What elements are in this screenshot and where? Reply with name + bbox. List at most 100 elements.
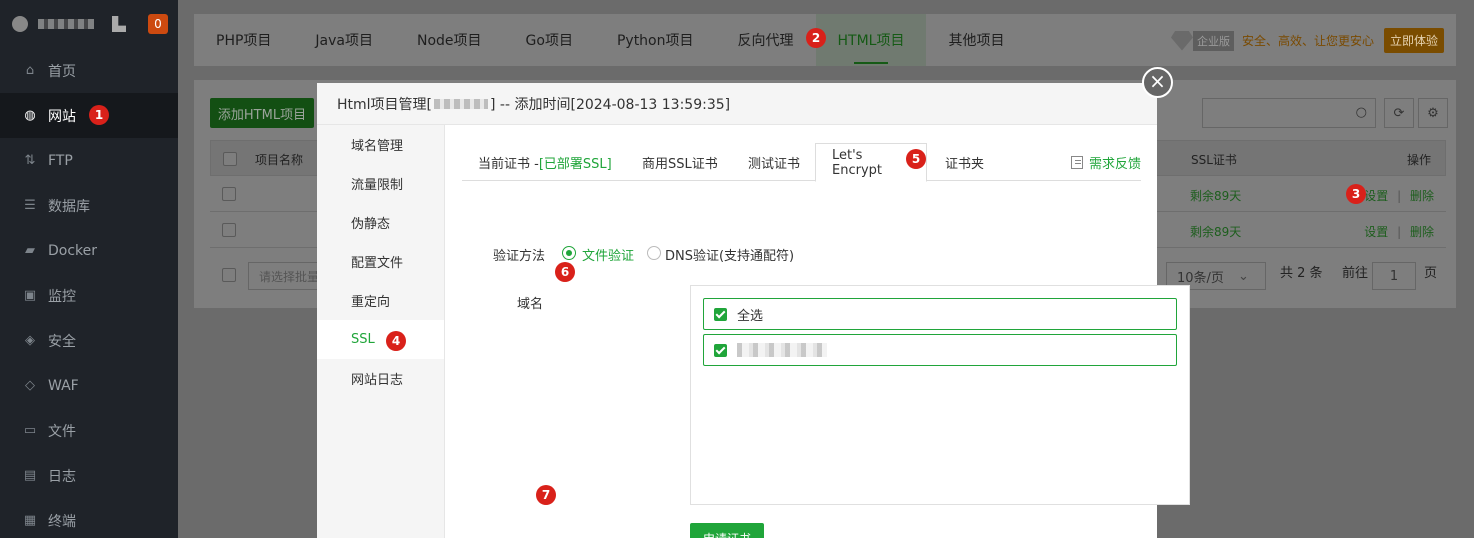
sidebar-item-label: 网站 [48, 108, 76, 125]
sidebar-item-terminal[interactable]: ▦ 终端 [0, 498, 178, 538]
sidebar-item-label: FTP [48, 152, 73, 169]
enterprise-badge: 企业版 [1192, 30, 1234, 51]
sidebar-item-waf[interactable]: ◇ WAF [0, 363, 178, 408]
sidebar-item-ftp[interactable]: ⇅ FTP [0, 138, 178, 183]
tab-node[interactable]: Node项目 [395, 14, 504, 66]
dns-verify-radio[interactable] [647, 246, 661, 260]
nav-site-log[interactable]: 网站日志 [317, 359, 444, 398]
step-marker-6: 6 [555, 262, 575, 282]
nav-redirect[interactable]: 重定向 [317, 281, 444, 320]
nav-ssl[interactable]: SSL [317, 320, 444, 359]
ssl-remaining: 剩余89天 [1190, 189, 1242, 203]
notification-badge[interactable]: 0 [148, 14, 168, 34]
dialog-title-suffix: ] -- 添加时间[2024-08-13 13:59:35] [490, 96, 731, 113]
sidebar-item-logs[interactable]: ▤ 日志 [0, 453, 178, 498]
sidebar-item-files[interactable]: ▭ 文件 [0, 408, 178, 453]
sidebar: 0 ⌂ 首页 ◍ 网站 ⇅ FTP ☰ 数据库 ▰ Docker ▣ 监控 ◈ 安全 ◇ WAF… [0, 0, 178, 538]
sidebar-item-home[interactable]: ⌂ 首页 [0, 48, 178, 93]
select-all-checkbox[interactable] [223, 152, 237, 166]
logo-icon [12, 16, 28, 32]
column-header-actions: 操作 [1406, 153, 1431, 167]
nav-domain[interactable]: 域名管理 [317, 125, 444, 164]
column-header-name: 项目名称 [255, 153, 304, 167]
nav-rewrite[interactable]: 伪静态 [317, 203, 444, 242]
delete-link[interactable]: 删除 [1410, 225, 1434, 239]
ftp-icon: ⇅ [24, 153, 36, 168]
tab-other[interactable]: 其他项目 [926, 14, 1026, 66]
goto-label: 前往 [1342, 266, 1369, 281]
tab-html[interactable]: HTML项目 [815, 14, 927, 66]
tab-go[interactable]: Go项目 [504, 14, 595, 66]
page-size-value: 10条/页 [1177, 270, 1224, 286]
tab-python[interactable]: Python项目 [595, 14, 716, 66]
apply-cert-button[interactable]: 申请证书 [690, 523, 764, 538]
tab-test-cert[interactable]: 测试证书 [732, 143, 816, 181]
feedback-label: 需求反馈 [1088, 156, 1141, 172]
settings-link[interactable]: 设置 [1364, 225, 1388, 239]
waf-icon: ◇ [25, 378, 35, 393]
gear-icon[interactable]: ⚙ [1418, 98, 1448, 128]
sidebar-item-monitor[interactable]: ▣ 监控 [0, 273, 178, 318]
sidebar-item-label: 数据库 [48, 198, 90, 215]
row-actions: 设置 | 删除 [1364, 187, 1434, 204]
feedback-link[interactable]: 需求反馈 [1070, 143, 1141, 181]
row-checkbox[interactable] [222, 223, 236, 237]
tab-reverse-proxy[interactable]: 反向代理 [716, 14, 816, 66]
step-marker-3: 3 [1346, 184, 1366, 204]
sidebar-header: 0 [0, 0, 178, 48]
sidebar-item-database[interactable]: ☰ 数据库 [0, 183, 178, 228]
batch-checkbox[interactable] [222, 268, 236, 282]
batch-placeholder: 请选择批量 [259, 269, 320, 284]
sidebar-item-security[interactable]: ◈ 安全 [0, 318, 178, 363]
sidebar-item-docker[interactable]: ▰ Docker [0, 228, 178, 273]
sidebar-item-label: WAF [48, 377, 79, 394]
search-icon[interactable]: ○ [1356, 105, 1367, 120]
domain-row[interactable] [703, 334, 1177, 366]
search-input[interactable]: ○ [1202, 98, 1376, 128]
diamond-icon [1170, 30, 1193, 51]
domain-checkbox[interactable] [714, 343, 727, 357]
step-marker-1: 1 [89, 105, 109, 125]
file-verify-radio[interactable] [562, 246, 576, 260]
tab-cert-folder[interactable]: 证书夹 [929, 143, 1000, 181]
promo-text: 安全、高效、让您更安心 [1241, 34, 1374, 48]
sidebar-item-label: Docker [48, 242, 98, 259]
nav-config-file[interactable]: 配置文件 [317, 242, 444, 281]
column-header-ssl: SSL证书 [1191, 153, 1237, 167]
row-checkbox[interactable] [222, 187, 236, 201]
tab-php[interactable]: PHP项目 [194, 14, 293, 66]
action-separator: | [1397, 189, 1402, 203]
server-icon[interactable] [112, 16, 126, 32]
delete-link[interactable]: 删除 [1410, 189, 1434, 203]
project-manage-dialog: Html项目管理[ ] -- 添加时间[2024-08-13 13:59:35]… [317, 83, 1190, 538]
ssl-panel: 当前证书 - [已部署SSL] 商用SSL证书 测试证书 Let's Encry… [445, 125, 1190, 538]
try-now-button[interactable]: 立即体验 [1383, 28, 1444, 53]
tab-current-cert[interactable]: 当前证书 - [已部署SSL] [462, 143, 628, 181]
dialog-title-prefix: Html项目管理[ [337, 96, 433, 113]
step-marker-7: 7 [536, 485, 556, 505]
ssl-tabs: 当前证书 - [已部署SSL] 商用SSL证书 测试证书 Let's Encry… [462, 143, 1141, 182]
file-verify-label[interactable]: 文件验证 [582, 245, 634, 264]
chevron-down-icon: ⌄ [1237, 268, 1249, 284]
deployed-status: [已部署SSL] [538, 156, 612, 172]
tab-commercial-ssl[interactable]: 商用SSL证书 [626, 143, 734, 181]
blurred-server-name [38, 19, 94, 29]
log-icon: ▤ [23, 468, 37, 483]
tab-java[interactable]: Java项目 [293, 14, 395, 66]
page-input[interactable]: 1 [1372, 262, 1416, 290]
globe-icon: ◍ [24, 108, 36, 123]
terminal-icon: ▦ [23, 513, 37, 528]
add-html-project-button[interactable]: 添加HTML项目 [210, 98, 314, 128]
edit-icon [1070, 155, 1083, 169]
folder-icon: ▭ [23, 423, 37, 438]
sidebar-item-label: 终端 [48, 513, 76, 530]
select-all-domain-checkbox[interactable] [714, 307, 727, 321]
nav-traffic-limit[interactable]: 流量限制 [317, 164, 444, 203]
dns-verify-label[interactable]: DNS验证(支持通配符) [665, 245, 794, 264]
close-icon[interactable]: × [1142, 67, 1173, 98]
refresh-icon[interactable]: ⟳ [1384, 98, 1414, 128]
sidebar-item-label: 首页 [48, 63, 76, 80]
settings-link[interactable]: 设置 [1364, 189, 1388, 203]
select-all-row[interactable]: 全选 [703, 298, 1177, 330]
blurred-domain [737, 343, 827, 357]
